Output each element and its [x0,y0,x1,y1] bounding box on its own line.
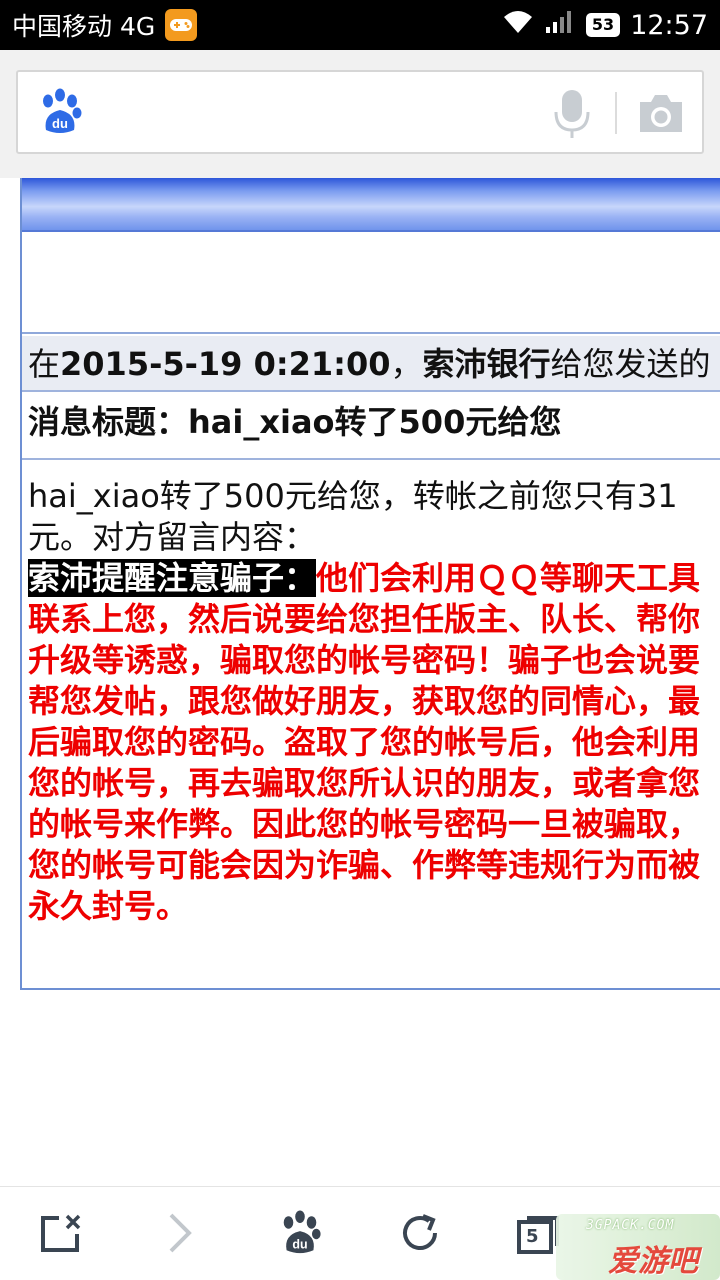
chevron-right-icon [165,1211,195,1259]
carrier-label: 中国移动 4G [12,12,156,41]
message-page: 在2015-5-19 0:21:00，索沛银行给您发送的 消息标题：hai_xi… [20,178,720,990]
blank-panel [22,234,720,334]
refresh-button[interactable] [396,1211,444,1259]
wifi-icon [502,9,534,42]
gamepad-icon [165,9,198,41]
notice-suffix: 给您发送的 [550,345,711,383]
forward-button[interactable] [156,1211,204,1259]
message-body: hai_xiao转了500元给您，转帐之前您只有31元。对方留言内容： 索沛提醒注… [28,476,716,927]
notice-line: 在2015-5-19 0:21:00，索沛银行给您发送的 [22,336,720,392]
status-right: 53 12:57 [502,0,708,50]
search-input[interactable]: du [16,70,704,154]
tabs-button[interactable]: 5 [514,1211,562,1259]
baidu-paw-icon: du [38,88,82,136]
tabs-icon: 5 [516,1214,560,1256]
status-bar: 中国移动 4G 53 12:57 [0,0,720,50]
refresh-icon [397,1210,443,1260]
tabs-count: 5 [526,1226,539,1247]
watermark-url: 3GPACK.COM [586,1218,675,1233]
svg-text:du: du [292,1237,307,1251]
status-left: 中国移动 4G [12,0,198,50]
watermark-name: 爱游吧 [608,1244,698,1279]
message-subject: 消息标题：hai_xiao转了500元给您 [22,394,720,460]
close-page-icon [37,1210,83,1260]
clock: 12:57 [630,9,708,41]
search-bar-area: du [0,50,720,178]
baidu-paw-icon: du [278,1210,322,1260]
notice-sender: 索沛银行 [422,345,551,383]
microphone-icon[interactable] [552,88,592,140]
warning-text: 他们会利用ＱＱ等聊天工具联系上您，然后说要给您担任版主、队长、帮你升级等诱惑，骗… [28,559,701,925]
notice-datetime: 2015-5-19 0:21:00 [60,345,391,383]
battery-icon: 53 [585,13,621,37]
watermark-logo: 3GPACK.COM 爱游吧 [556,1214,720,1280]
notice-prefix: 在 [28,345,61,383]
message-text: hai_xiao转了500元给您，转帐之前您只有31元。对方留言内容： [28,477,678,556]
divider [615,92,617,134]
signal-icon [544,9,576,42]
camera-icon[interactable] [636,90,686,136]
home-button[interactable]: du [276,1210,324,1260]
page-header-bar [22,178,720,232]
svg-text:du: du [52,116,68,131]
warning-title: 索沛提醒注意骗子： [28,559,317,597]
close-page-button[interactable] [36,1211,84,1259]
notice-comma: ， [390,345,423,383]
